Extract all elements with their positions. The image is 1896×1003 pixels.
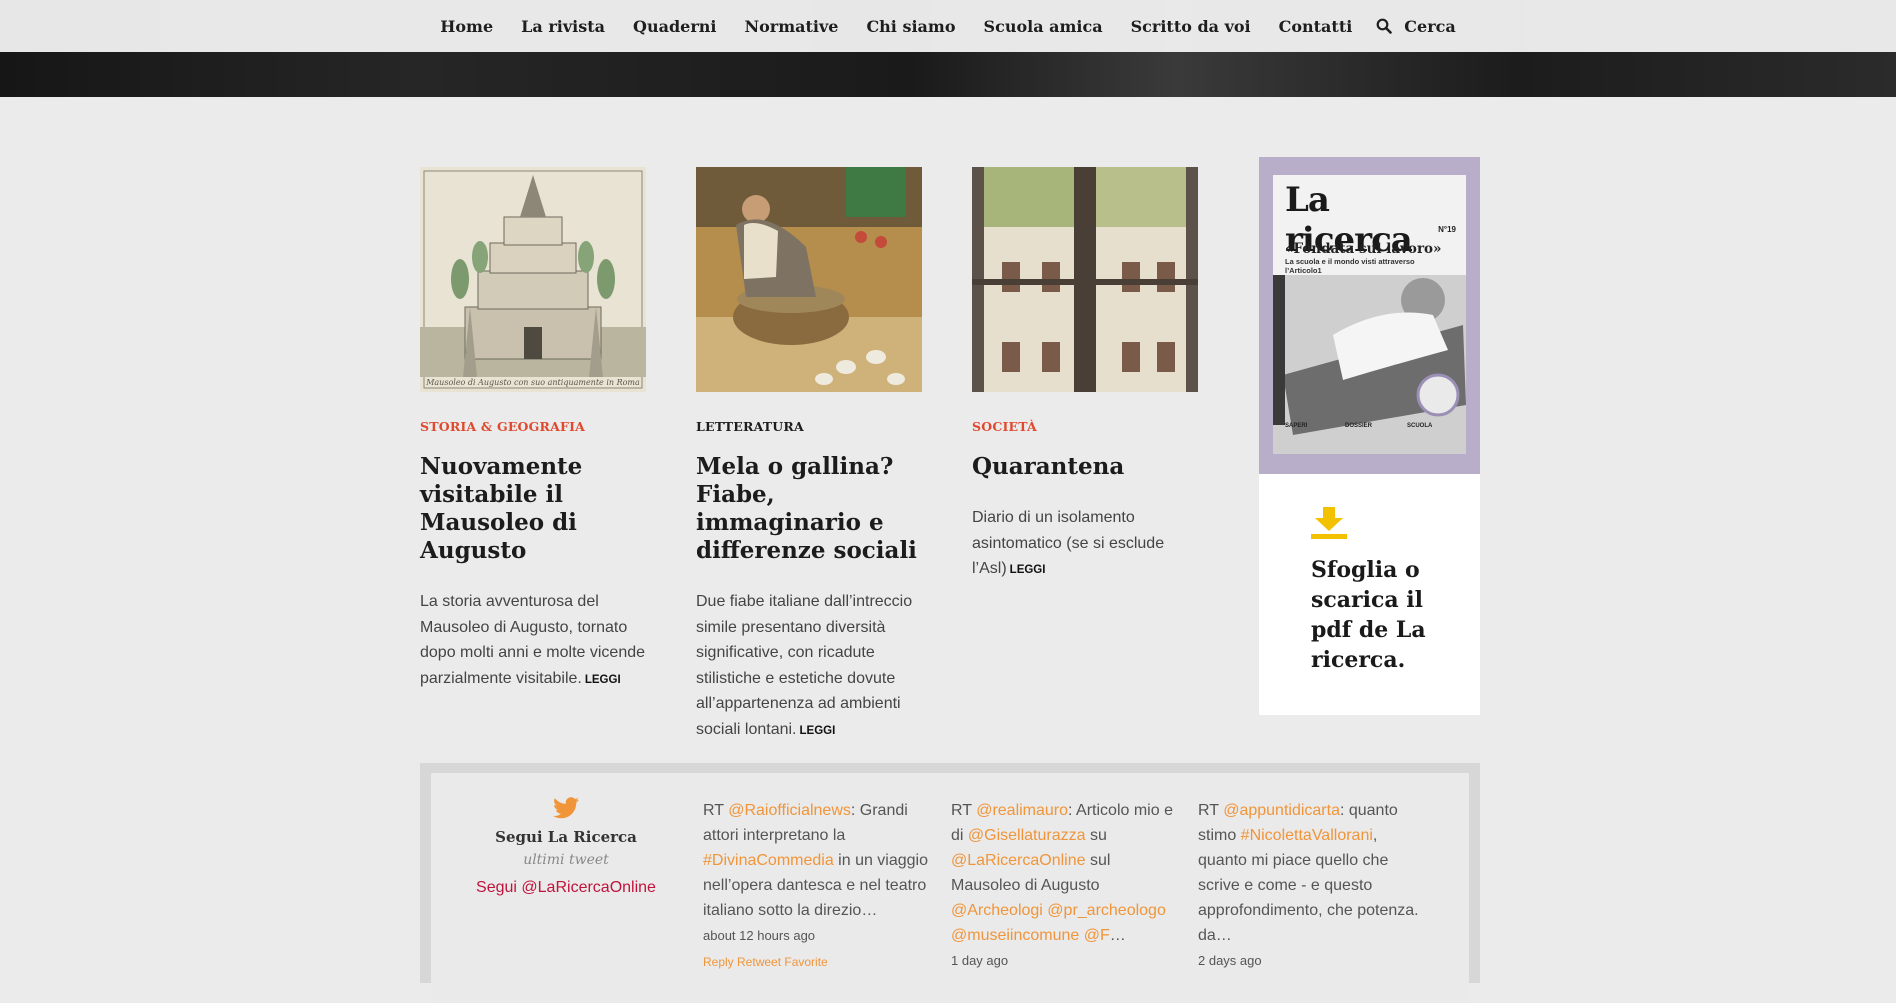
download-panel[interactable]: Sfoglia o scarica il pdf de La ricerca. [1259, 474, 1480, 715]
tweet-link[interactable]: @LaRicercaOnline [951, 852, 1086, 869]
nav-home[interactable]: Home [440, 17, 493, 36]
twitter-follow-subtitle: ultimi tweet [523, 852, 609, 868]
article-title[interactable]: Quarantena [972, 453, 1198, 481]
tweet-body: RT @Raiofficialnews: Grandi attori inter… [703, 798, 935, 923]
article-card-fiabe: Letteratura Mela o gallina? Fiabe, immag… [696, 167, 922, 744]
tweet-link[interactable]: @Raiofficialnews [728, 802, 851, 819]
tweet-text: su [1085, 827, 1107, 844]
cover-subheadline: La scuola e il mondo visti attraverso l’… [1285, 257, 1415, 275]
cover-headline: «Fondata sul lavoro» [1285, 241, 1442, 257]
tweet-1: RT @Raiofficialnews: Grandi attori inter… [703, 798, 935, 975]
tweet-text: … [1109, 927, 1126, 944]
article-excerpt: Due fiabe italiane dall’intreccio simile… [696, 589, 922, 744]
tweet-3: RT @appuntidicarta: quanto stimo #Nicole… [1198, 798, 1430, 971]
tweet-link[interactable]: @Gisellaturazza [968, 827, 1086, 844]
search-icon[interactable] [1376, 18, 1393, 34]
tweet-link[interactable]: #DivinaCommedia [703, 852, 834, 869]
tweet-link[interactable]: @museiincomune [951, 927, 1079, 944]
cover-column-saperi: SAPERI [1285, 423, 1308, 429]
nav-la-rivista[interactable]: La rivista [521, 17, 605, 36]
nav-normative[interactable]: Normative [744, 17, 838, 36]
article-category[interactable]: Letteratura [696, 419, 922, 434]
article-category[interactable]: Società [972, 419, 1198, 434]
main-navigation: Home La rivista Quaderni Normative Chi s… [0, 0, 1896, 52]
tweet-link[interactable]: #NicolettaVallorani [1241, 827, 1373, 844]
tweet-link[interactable]: @pr_archeologo [1047, 902, 1166, 919]
article-title[interactable]: Mela o gallina? Fiabe, immaginario e dif… [696, 453, 922, 565]
tweet-body: RT @appuntidicarta: quanto stimo #Nicole… [1198, 798, 1430, 948]
excerpt-text: Diario di un isolamento asintomatico (se… [972, 509, 1165, 577]
tweet-text: , quanto mi piace quello che scrive e co… [1198, 827, 1419, 944]
excerpt-text: Due fiabe italiane dall’intreccio simile… [696, 593, 913, 738]
magazine-cover[interactable]: La ricerca N°19 «Fondata sul lavoro» La … [1273, 175, 1466, 454]
article-title[interactable]: Nuovamente visitabile il Mausoleo di Aug… [420, 453, 646, 565]
tweet-actions[interactable]: Reply Retweet Favorite [703, 950, 935, 975]
download-icon[interactable] [1311, 507, 1347, 544]
twitter-follow-column: Segui La Ricerca ultimi tweet Segui @LaR… [431, 797, 701, 897]
tweet-link[interactable]: @realimauro [976, 802, 1068, 819]
nav-search-label[interactable]: Cerca [1404, 17, 1455, 36]
read-more-link[interactable]: LEGGI [585, 674, 621, 686]
tweet-2: RT @realimauro: Articolo mio e di @Gisel… [951, 798, 1183, 971]
twitter-bird-icon [553, 797, 579, 824]
cover-column-dossier: DOSSIER [1345, 423, 1373, 429]
cover-issue-number: N°19 [1438, 225, 1456, 234]
article-excerpt: Diario di un isolamento asintomatico (se… [972, 505, 1198, 584]
tweet-text: RT [951, 802, 977, 819]
twitter-feed-section: Segui La Ricerca ultimi tweet Segui @LaR… [420, 763, 1480, 1003]
article-category[interactable]: Storia & Geografia [420, 419, 646, 434]
twitter-feed-inner: Segui La Ricerca ultimi tweet Segui @LaR… [431, 773, 1469, 1003]
article-image-fiabe[interactable] [696, 167, 922, 392]
tweet-timestamp[interactable]: 2 days ago [1198, 951, 1430, 971]
article-image-quarantena[interactable] [972, 167, 1198, 392]
article-image-mausoleo[interactable]: Mausoleo di Augusto con suo antiquamente… [420, 167, 646, 392]
article-card-quarantena: Società Quarantena Diario di un isolamen… [972, 167, 1198, 584]
magazine-download-box: La ricerca N°19 «Fondata sul lavoro» La … [1259, 157, 1480, 715]
image-caption: Mausoleo di Augusto con suo antiquamente… [425, 378, 640, 387]
magazine-cover-frame: La ricerca N°19 «Fondata sul lavoro» La … [1259, 157, 1480, 474]
nav-scuola-amica[interactable]: Scuola amica [984, 17, 1103, 36]
nav-scritto-da-voi[interactable]: Scritto da voi [1131, 17, 1251, 36]
article-excerpt: La storia avventurosa del Mausoleo di Au… [420, 589, 646, 693]
tweet-text: RT [1198, 802, 1224, 819]
nav-chi-siamo[interactable]: Chi siamo [866, 17, 955, 36]
tweet-link[interactable]: @F [1084, 927, 1110, 944]
cover-column-scuola: SCUOLA [1407, 423, 1433, 429]
tweet-link[interactable]: @appuntidicarta [1223, 802, 1340, 819]
twitter-follow-link[interactable]: Segui @LaRicercaOnline [431, 879, 701, 897]
download-pdf-text[interactable]: Sfoglia o scarica il pdf de La ricerca. [1311, 555, 1461, 675]
tweet-text: RT [703, 802, 729, 819]
read-more-link[interactable]: LEGGI [1010, 564, 1046, 576]
nav-contatti[interactable]: Contatti [1279, 17, 1353, 36]
article-card-mausoleo: Mausoleo di Augusto con suo antiquamente… [420, 167, 646, 693]
nav-quaderni[interactable]: Quaderni [633, 17, 716, 36]
twitter-follow-title: Segui La Ricerca [495, 828, 637, 846]
tweet-link[interactable]: @Archeologi [951, 902, 1043, 919]
tweet-timestamp[interactable]: about 12 hours ago [703, 926, 935, 946]
tweet-body: RT @realimauro: Articolo mio e di @Gisel… [951, 798, 1183, 948]
excerpt-text: La storia avventurosa del Mausoleo di Au… [420, 593, 646, 687]
read-more-link[interactable]: LEGGI [800, 725, 836, 737]
tweet-timestamp[interactable]: 1 day ago [951, 951, 1183, 971]
